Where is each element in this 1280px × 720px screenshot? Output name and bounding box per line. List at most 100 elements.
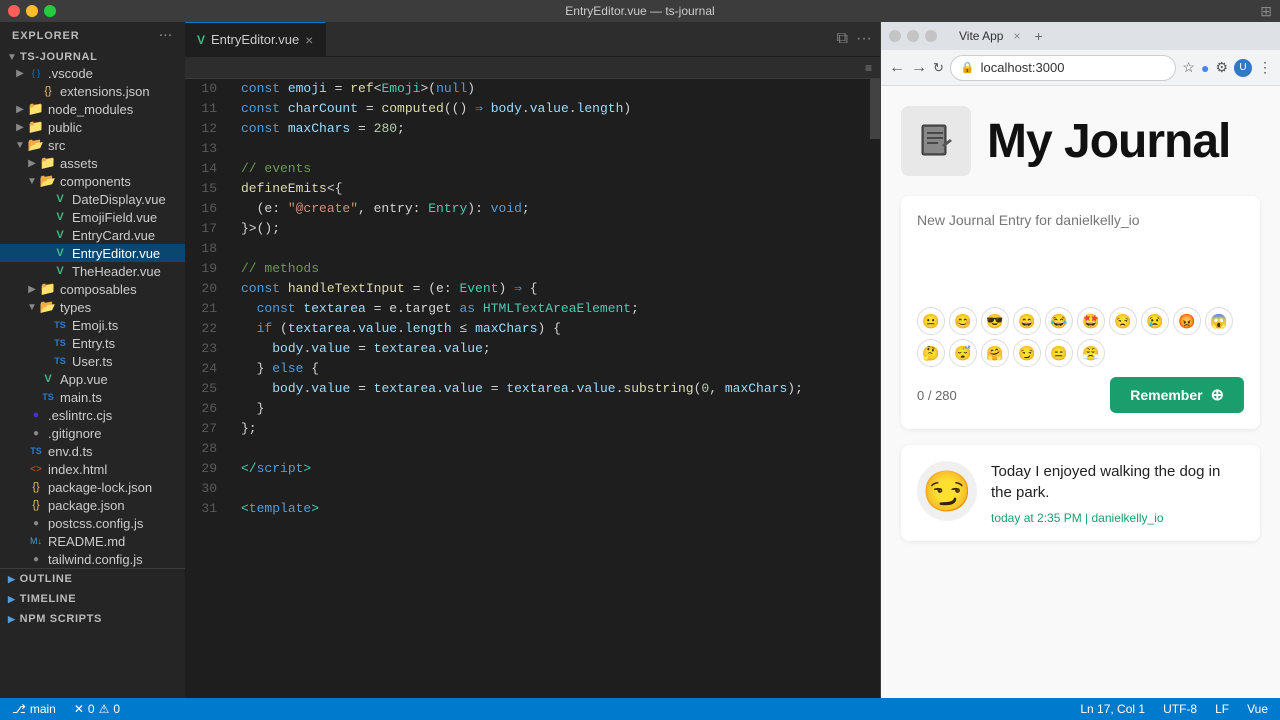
file-icon: {} [40, 83, 56, 99]
sidebar-section-npm[interactable]: ▶ NPM SCRIPTS [0, 609, 185, 629]
sidebar-item-App-vue[interactable]: V App.vue [0, 370, 185, 388]
emoji-button-14[interactable]: 😑 [1045, 339, 1073, 367]
sidebar-item-package-lock-json[interactable]: {} package-lock.json [0, 478, 185, 496]
emoji-button-0[interactable]: 😐 [917, 307, 945, 335]
error-count[interactable]: ✕ 0 ⚠ 0 [70, 702, 124, 716]
sidebar-item-DateDisplay-vue[interactable]: V DateDisplay.vue [0, 190, 185, 208]
file-label: EmojiField.vue [72, 210, 157, 225]
file-icon: V [52, 191, 68, 207]
error-icon: ✕ [74, 702, 84, 716]
browser-new-tab[interactable]: + [1035, 28, 1043, 44]
sidebar-section-outline[interactable]: ▶ OUTLINE [0, 569, 185, 589]
sidebar-item-tailwind-config-js[interactable]: ● tailwind.config.js [0, 550, 185, 568]
sidebar-item-postcss-config-js[interactable]: ● postcss.config.js [0, 514, 185, 532]
sidebar-item-components[interactable]: ▼ 📂 components [0, 172, 185, 190]
layout-toggle[interactable]: ⊞ [1260, 3, 1272, 20]
emoji-button-2[interactable]: 😎 [981, 307, 1009, 335]
browser-back[interactable]: ← [889, 59, 905, 77]
sidebar-item-src[interactable]: ▼ 📂 src [0, 136, 185, 154]
emoji-button-15[interactable]: 😤 [1077, 339, 1105, 367]
sidebar-item-vscode[interactable]: ▶ { } .vscode [0, 64, 185, 82]
emoji-button-4[interactable]: 😂 [1045, 307, 1073, 335]
sidebar-item-ts-journal[interactable]: ▼ TS-JOURNAL [0, 50, 185, 64]
chevron-right-icon: ▶ [8, 574, 16, 585]
git-branch[interactable]: ⎇ main [8, 702, 60, 716]
sidebar-item-main-ts[interactable]: TS main.ts [0, 388, 185, 406]
code-line: <template> [241, 499, 870, 519]
sidebar-item-README-md[interactable]: M↓ README.md [0, 532, 185, 550]
browser-forward[interactable]: → [911, 59, 927, 77]
emoji-button-6[interactable]: 😒 [1109, 307, 1137, 335]
cursor-position[interactable]: Ln 17, Col 1 [1076, 702, 1149, 716]
sidebar-item-public[interactable]: ▶ 📁 public [0, 118, 185, 136]
sidebar-item-env-d-ts[interactable]: TS env.d.ts [0, 442, 185, 460]
emoji-button-1[interactable]: 😊 [949, 307, 977, 335]
address-bar[interactable]: 🔒 localhost:3000 [950, 55, 1177, 81]
maximize-button[interactable] [44, 5, 56, 17]
split-editor-icon[interactable]: ⧉ [837, 30, 848, 48]
sidebar-item-eslintrc-cjs[interactable]: ● .eslintrc.cjs [0, 406, 185, 424]
close-button[interactable] [8, 5, 20, 17]
sidebar-menu[interactable]: ··· [159, 30, 173, 42]
browser-tab-title: Vite App [959, 29, 1003, 43]
browser-nav: ← → ↻ 🔒 localhost:3000 ☆ ● ⚙ U ⋮ [881, 50, 1280, 86]
emoji-button-5[interactable]: 🤩 [1077, 307, 1105, 335]
file-label: package.json [48, 498, 125, 513]
more-icon[interactable]: ⋮ [1258, 59, 1272, 76]
sidebar-item-EntryEditor-vue[interactable]: V EntryEditor.vue [0, 244, 185, 262]
chevron-right-icon: ▶ [8, 594, 16, 605]
sidebar-item-index-html[interactable]: <> index.html [0, 460, 185, 478]
browser-close[interactable] [889, 30, 901, 42]
sidebar-item-TheHeader-vue[interactable]: V TheHeader.vue [0, 262, 185, 280]
shield-icon[interactable]: ● [1201, 60, 1209, 76]
emoji-button-7[interactable]: 😢 [1141, 307, 1169, 335]
sidebar-item-User-ts[interactable]: TS User.ts [0, 352, 185, 370]
code-content: const emoji = ref<Emoji>(null)const char… [225, 79, 870, 698]
sidebar-item-gitignore[interactable]: ● .gitignore [0, 424, 185, 442]
arrow-icon: ▶ [24, 284, 40, 295]
emoji-button-10[interactable]: 🤔 [917, 339, 945, 367]
sidebar-item-EmojiField-vue[interactable]: V EmojiField.vue [0, 208, 185, 226]
line-ending[interactable]: LF [1211, 702, 1233, 716]
encoding[interactable]: UTF-8 [1159, 702, 1201, 716]
sidebar-item-EntryCard-vue[interactable]: V EntryCard.vue [0, 226, 185, 244]
minimize-button[interactable] [26, 5, 38, 17]
emoji-button-12[interactable]: 🤗 [981, 339, 1009, 367]
emoji-button-11[interactable]: 😴 [949, 339, 977, 367]
code-line: const emoji = ref<Emoji>(null) [241, 79, 870, 99]
sidebar-item-node_modules[interactable]: ▶ 📁 node_modules [0, 100, 185, 118]
file-label: postcss.config.js [48, 516, 143, 531]
tab-close-button[interactable]: × [305, 32, 313, 48]
browser-maximize[interactable] [925, 30, 937, 42]
journal-entry-textarea[interactable] [917, 212, 1244, 302]
emoji-button-9[interactable]: 😱 [1205, 307, 1233, 335]
sidebar-section-timeline[interactable]: ▶ TIMELINE [0, 589, 185, 609]
sidebar-item-types[interactable]: ▼ 📂 types [0, 298, 185, 316]
more-actions-icon[interactable]: ··· [856, 30, 872, 48]
emoji-button-3[interactable]: 😄 [1013, 307, 1041, 335]
tab-entry-editor[interactable]: V EntryEditor.vue × [185, 22, 326, 56]
bookmark-icon[interactable]: ☆ [1182, 59, 1195, 76]
scrollbar-thumb[interactable] [870, 79, 880, 139]
scrollbar[interactable] [870, 79, 880, 698]
sidebar-item-package-json[interactable]: {} package.json [0, 496, 185, 514]
profile-icon[interactable]: U [1234, 59, 1252, 77]
browser-refresh[interactable]: ↻ [933, 60, 944, 76]
remember-button[interactable]: Remember ⊕ [1110, 377, 1244, 413]
language-mode[interactable]: Vue [1243, 702, 1272, 716]
window-controls [8, 5, 56, 17]
sidebar-item-assets[interactable]: ▶ 📁 assets [0, 154, 185, 172]
sidebar-item-composables[interactable]: ▶ 📁 composables [0, 280, 185, 298]
sidebar-item-extensions-json[interactable]: {} extensions.json [0, 82, 185, 100]
sidebar-item-Emoji-ts[interactable]: TS Emoji.ts [0, 316, 185, 334]
file-label: .vscode [48, 66, 93, 81]
emoji-button-8[interactable]: 😡 [1173, 307, 1201, 335]
minimap-icon[interactable]: ≡ [865, 61, 872, 75]
browser-minimize[interactable] [907, 30, 919, 42]
code-editor[interactable]: 1011121314151617181920212223242526272829… [185, 79, 880, 698]
emoji-button-13[interactable]: 😏 [1013, 339, 1041, 367]
extension-icon[interactable]: ⚙ [1215, 59, 1228, 76]
code-line [241, 439, 870, 459]
browser-tab-close[interactable]: × [1013, 29, 1020, 43]
sidebar-item-Entry-ts[interactable]: TS Entry.ts [0, 334, 185, 352]
